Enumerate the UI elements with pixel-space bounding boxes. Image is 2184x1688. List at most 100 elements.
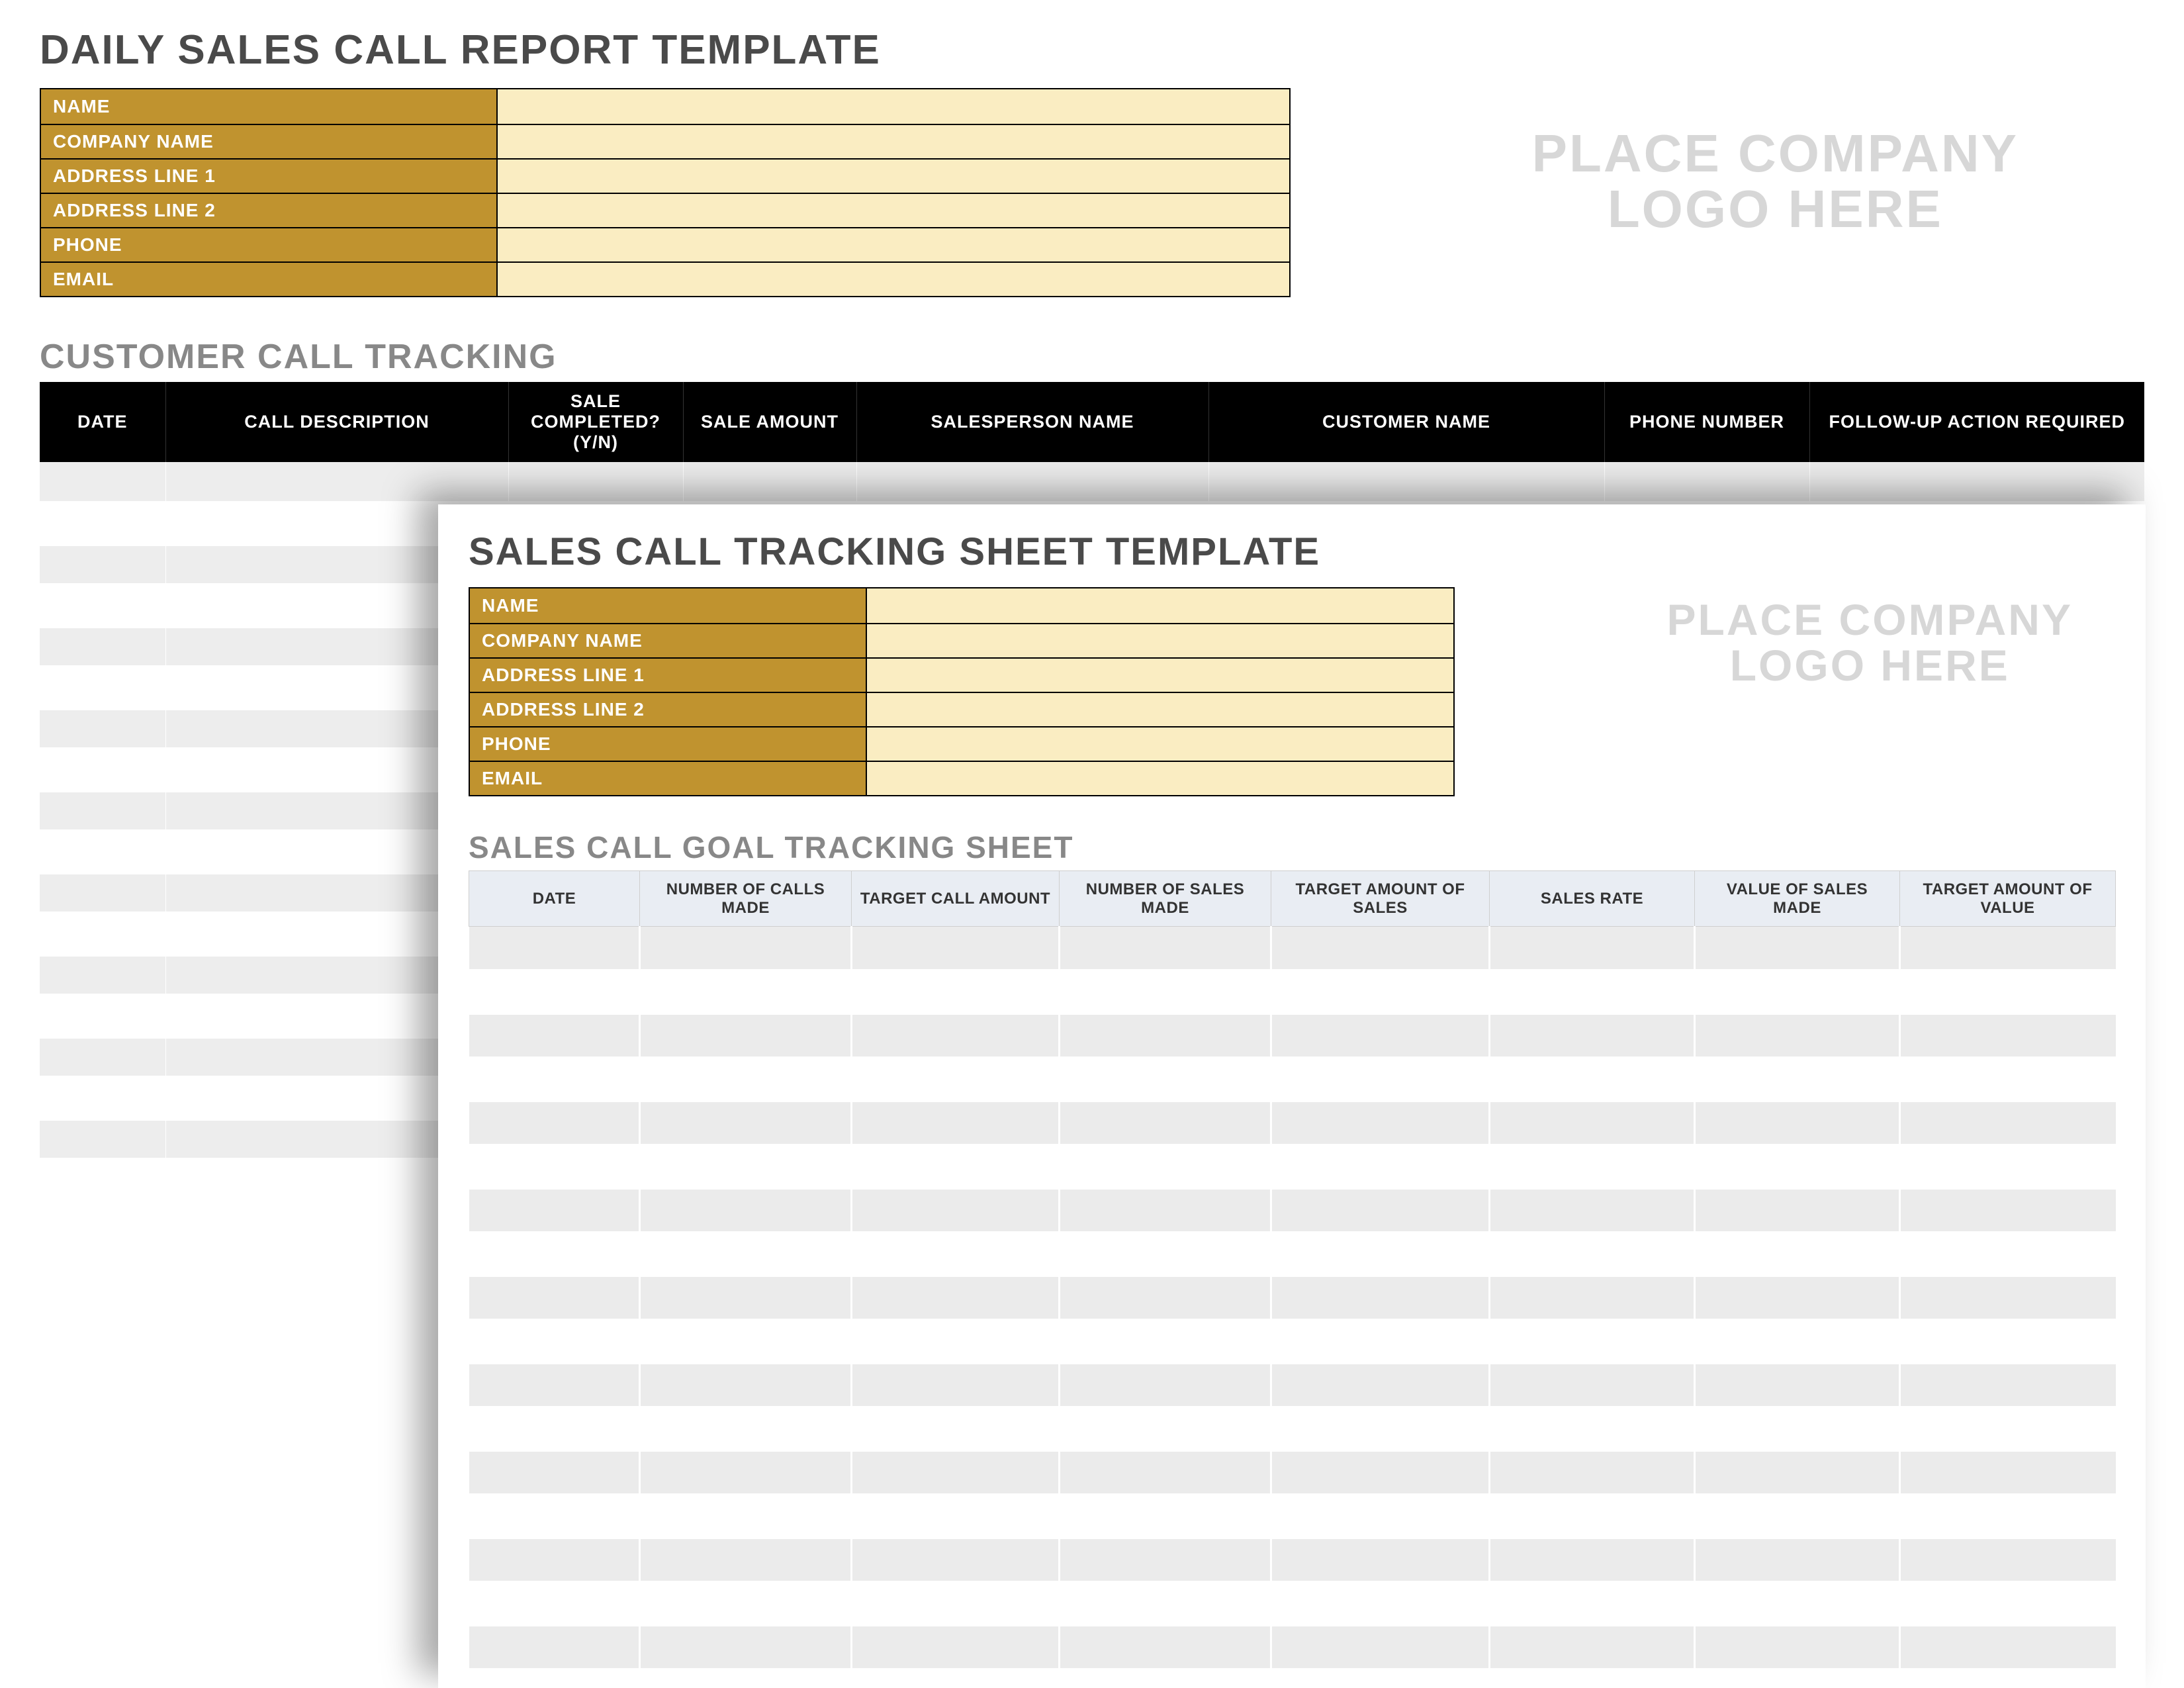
table-cell[interactable] bbox=[1490, 1582, 1695, 1626]
info-value-name[interactable] bbox=[867, 588, 1453, 623]
table-cell[interactable] bbox=[640, 1058, 852, 1102]
table-cell[interactable] bbox=[1695, 1189, 1900, 1233]
table-cell[interactable] bbox=[469, 1189, 640, 1233]
table-cell[interactable] bbox=[852, 1276, 1060, 1320]
table-cell[interactable] bbox=[852, 1407, 1060, 1451]
table-cell[interactable] bbox=[1060, 1102, 1271, 1145]
table-cell[interactable] bbox=[40, 503, 165, 544]
info-value-email[interactable] bbox=[498, 263, 1289, 296]
table-cell[interactable] bbox=[469, 1102, 640, 1145]
table-cell[interactable] bbox=[469, 1626, 640, 1669]
table-cell[interactable] bbox=[640, 1364, 852, 1407]
table-cell[interactable] bbox=[640, 1538, 852, 1582]
table-cell[interactable] bbox=[640, 1451, 852, 1495]
table-cell[interactable] bbox=[856, 462, 1208, 503]
table-cell[interactable] bbox=[852, 927, 1060, 970]
table-cell[interactable] bbox=[640, 970, 852, 1014]
table-cell[interactable] bbox=[1490, 1233, 1695, 1276]
table-cell[interactable] bbox=[1695, 1145, 1900, 1189]
table-cell[interactable] bbox=[640, 1102, 852, 1145]
table-cell[interactable] bbox=[1490, 1276, 1695, 1320]
table-cell[interactable] bbox=[1271, 1233, 1490, 1276]
table-cell[interactable] bbox=[1271, 1189, 1490, 1233]
table-cell[interactable] bbox=[1695, 1407, 1900, 1451]
table-cell[interactable] bbox=[469, 970, 640, 1014]
table-cell[interactable] bbox=[1900, 1058, 2116, 1102]
table-cell[interactable] bbox=[1900, 927, 2116, 970]
table-cell[interactable] bbox=[852, 1233, 1060, 1276]
table-cell[interactable] bbox=[469, 1538, 640, 1582]
info-value-address1[interactable] bbox=[867, 659, 1453, 692]
table-cell[interactable] bbox=[1060, 1626, 1271, 1669]
info-value-phone[interactable] bbox=[867, 727, 1453, 761]
table-cell[interactable] bbox=[1271, 1626, 1490, 1669]
table-cell[interactable] bbox=[1695, 1495, 1900, 1538]
table-cell[interactable] bbox=[40, 790, 165, 831]
table-cell[interactable] bbox=[1490, 1058, 1695, 1102]
info-value-email[interactable] bbox=[867, 762, 1453, 795]
table-cell[interactable] bbox=[1490, 970, 1695, 1014]
table-cell[interactable] bbox=[852, 1189, 1060, 1233]
table-cell[interactable] bbox=[1900, 1538, 2116, 1582]
table-cell[interactable] bbox=[1695, 1102, 1900, 1145]
table-cell[interactable] bbox=[1271, 1364, 1490, 1407]
table-cell[interactable] bbox=[1490, 1189, 1695, 1233]
table-cell[interactable] bbox=[1900, 1320, 2116, 1364]
table-cell[interactable] bbox=[1060, 1189, 1271, 1233]
table-cell[interactable] bbox=[1060, 1145, 1271, 1189]
table-cell[interactable] bbox=[1900, 1626, 2116, 1669]
table-cell[interactable] bbox=[469, 1145, 640, 1189]
table-cell[interactable] bbox=[640, 1320, 852, 1364]
table-cell[interactable] bbox=[1490, 1495, 1695, 1538]
table-cell[interactable] bbox=[1695, 1364, 1900, 1407]
table-cell[interactable] bbox=[1271, 1058, 1490, 1102]
info-value-address2[interactable] bbox=[498, 194, 1289, 227]
table-cell[interactable] bbox=[640, 1582, 852, 1626]
table-cell[interactable] bbox=[1490, 1014, 1695, 1058]
table-cell[interactable] bbox=[1490, 1364, 1695, 1407]
table-cell[interactable] bbox=[469, 927, 640, 970]
table-cell[interactable] bbox=[1271, 927, 1490, 970]
table-cell[interactable] bbox=[852, 1538, 1060, 1582]
table-cell[interactable] bbox=[1900, 1145, 2116, 1189]
table-cell[interactable] bbox=[852, 1102, 1060, 1145]
table-cell[interactable] bbox=[1490, 1320, 1695, 1364]
table-cell[interactable] bbox=[1900, 970, 2116, 1014]
table-cell[interactable] bbox=[469, 1495, 640, 1538]
table-cell[interactable] bbox=[40, 749, 165, 790]
table-cell[interactable] bbox=[469, 1364, 640, 1407]
table-cell[interactable] bbox=[1208, 462, 1604, 503]
table-cell[interactable] bbox=[1060, 1276, 1271, 1320]
info-value-address1[interactable] bbox=[498, 160, 1289, 193]
table-cell[interactable] bbox=[1695, 1014, 1900, 1058]
table-cell[interactable] bbox=[1900, 1233, 2116, 1276]
table-cell[interactable] bbox=[1490, 1451, 1695, 1495]
table-cell[interactable] bbox=[40, 626, 165, 667]
table-cell[interactable] bbox=[1900, 1014, 2116, 1058]
table-cell[interactable] bbox=[1271, 970, 1490, 1014]
table-cell[interactable] bbox=[469, 1014, 640, 1058]
info-value-company[interactable] bbox=[498, 125, 1289, 158]
table-cell[interactable] bbox=[40, 1037, 165, 1078]
table-cell[interactable] bbox=[1604, 462, 1809, 503]
table-cell[interactable] bbox=[1695, 1451, 1900, 1495]
info-value-phone[interactable] bbox=[498, 228, 1289, 261]
table-cell[interactable] bbox=[1060, 1320, 1271, 1364]
table-cell[interactable] bbox=[1695, 1320, 1900, 1364]
table-cell[interactable] bbox=[1900, 1364, 2116, 1407]
table-cell[interactable] bbox=[852, 1495, 1060, 1538]
table-cell[interactable] bbox=[1695, 1582, 1900, 1626]
table-cell[interactable] bbox=[1695, 1276, 1900, 1320]
table-cell[interactable] bbox=[1695, 927, 1900, 970]
table-cell[interactable] bbox=[1060, 1014, 1271, 1058]
table-cell[interactable] bbox=[1060, 1233, 1271, 1276]
table-cell[interactable] bbox=[852, 970, 1060, 1014]
table-cell[interactable] bbox=[1490, 1538, 1695, 1582]
table-cell[interactable] bbox=[469, 1320, 640, 1364]
table-cell[interactable] bbox=[852, 1058, 1060, 1102]
table-cell[interactable] bbox=[1490, 1145, 1695, 1189]
table-cell[interactable] bbox=[508, 462, 683, 503]
table-cell[interactable] bbox=[1060, 927, 1271, 970]
table-cell[interactable] bbox=[640, 927, 852, 970]
table-cell[interactable] bbox=[1271, 1538, 1490, 1582]
